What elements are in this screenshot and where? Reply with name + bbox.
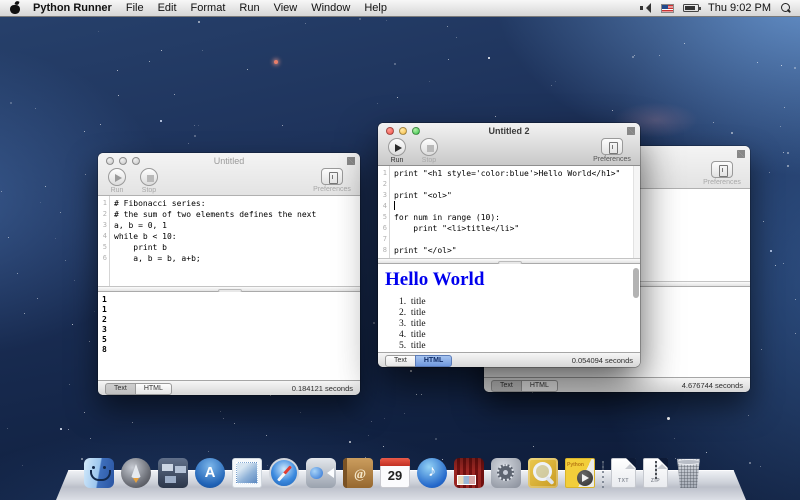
untitled2-code-lines: print "<h1 style='color:blue'>Hello Worl… — [390, 166, 640, 258]
scrollbar[interactable] — [633, 166, 640, 258]
window-title: Untitled — [98, 156, 360, 166]
menu-item-edit[interactable]: Edit — [158, 2, 177, 14]
dock-zip-file-icon[interactable]: ZIP — [643, 458, 668, 488]
dock-system-preferences-icon[interactable] — [491, 458, 521, 488]
preferences-icon — [601, 138, 623, 155]
tab-text[interactable]: Text — [491, 380, 522, 392]
untitled2-code-gutter: 12345678 — [378, 166, 390, 258]
tab-html[interactable]: HTML — [415, 355, 452, 367]
window-title: Untitled 2 — [378, 126, 640, 136]
html-output-heading: Hello World — [378, 264, 640, 291]
preferences-button[interactable]: Preferences — [700, 161, 744, 186]
dock-ical-icon[interactable]: 29 — [380, 458, 410, 488]
window-untitled-2: Untitled 2 Run Stop Preferences 12345 — [378, 123, 640, 367]
menu-item-run[interactable]: Run — [239, 2, 259, 14]
preferences-icon — [321, 168, 343, 185]
preferences-button[interactable]: Preferences — [310, 168, 354, 193]
expand-icon[interactable] — [737, 150, 745, 158]
run-time: 0.184121 seconds — [292, 384, 353, 393]
dock-photo-booth-icon[interactable] — [454, 458, 484, 488]
untitled-output-lines: 112358 — [98, 292, 360, 355]
spotlight-icon[interactable] — [780, 3, 791, 14]
dock-finder-icon[interactable] — [84, 458, 114, 488]
dock: 29 Python TXT ZIP — [0, 448, 800, 500]
run-play-icon — [388, 138, 406, 156]
stop-button[interactable]: Stop — [136, 168, 162, 194]
code-editor[interactable]: 123456 # Fibonacci series:# the sum of t… — [98, 196, 360, 286]
menu-item-format[interactable]: Format — [191, 2, 226, 14]
dock-itunes-icon[interactable] — [417, 458, 447, 488]
untitled-code-gutter: 123456 — [98, 196, 110, 286]
run-button[interactable]: Run — [104, 168, 130, 194]
menu-items: File Edit Format Run View Window Help — [126, 2, 401, 14]
input-language-flag-icon[interactable] — [661, 4, 674, 13]
tab-text[interactable]: Text — [385, 355, 416, 367]
dock-launchpad-icon[interactable] — [121, 458, 151, 488]
status-bar: Text HTML 0.184121 seconds — [98, 380, 360, 395]
dock-python-runner-icon[interactable]: Python — [565, 458, 595, 488]
dock-icons: 29 Python TXT ZIP — [84, 458, 702, 488]
status-bar: Text HTML 0.054094 seconds — [378, 352, 640, 367]
preferences-button[interactable]: Preferences — [590, 138, 634, 163]
untitled-code-lines: # Fibonacci series:# the sum of two elem… — [110, 196, 360, 286]
dock-txt-file-icon[interactable]: TXT — [611, 458, 636, 488]
dock-mail-icon[interactable] — [232, 458, 262, 488]
menu-item-view[interactable]: View — [274, 2, 298, 14]
menu-item-help[interactable]: Help — [364, 2, 387, 14]
dock-preview-icon[interactable] — [528, 458, 558, 488]
desktop: Python Runner File Edit Format Run View Windo… — [0, 0, 800, 500]
tab-text[interactable]: Text — [105, 383, 136, 395]
dock-separator — [602, 461, 604, 488]
menu-item-window[interactable]: Window — [311, 2, 350, 14]
dock-address-book-icon[interactable] — [343, 458, 373, 488]
preferences-icon — [711, 161, 733, 178]
menu-bar: Python Runner File Edit Format Run View Windo… — [0, 0, 800, 17]
html-output-list: 1. title2. title3. title4. title5. title… — [378, 297, 640, 352]
battery-icon[interactable] — [683, 4, 699, 12]
dock-app-store-icon[interactable] — [195, 458, 225, 488]
stop-square-icon — [140, 168, 158, 186]
code-editor[interactable]: 12345678 print "<h1 style='color:blue'>H… — [378, 166, 640, 258]
menu-clock[interactable]: Thu 9:02 PM — [708, 2, 771, 14]
tab-html[interactable]: HTML — [521, 380, 558, 392]
apple-menu-icon[interactable] — [10, 2, 21, 14]
dock-facetime-icon[interactable] — [306, 458, 336, 488]
dock-safari-icon[interactable] — [269, 458, 299, 488]
run-time: 0.054094 seconds — [572, 356, 633, 365]
expand-icon[interactable] — [347, 157, 355, 165]
window-untitled: Untitled Run Stop Preferences 123456 — [98, 153, 360, 395]
stop-square-icon — [420, 138, 438, 156]
dock-mission-control-icon[interactable] — [158, 458, 188, 488]
run-button[interactable]: Run — [384, 138, 410, 164]
run-play-icon — [108, 168, 126, 186]
untitled-titlebar[interactable]: Untitled Run Stop Preferences — [98, 153, 360, 196]
untitled2-titlebar[interactable]: Untitled 2 Run Stop Preferences — [378, 123, 640, 166]
status-bar: Text HTML 4.676744 seconds — [484, 377, 750, 392]
run-time: 4.676744 seconds — [682, 381, 743, 390]
output-pane[interactable]: 112358 — [98, 292, 360, 379]
stop-button[interactable]: Stop — [416, 138, 442, 164]
dock-trash-icon[interactable] — [675, 458, 702, 488]
expand-icon[interactable] — [627, 127, 635, 135]
scrollbar-thumb[interactable] — [633, 268, 639, 298]
menu-item-file[interactable]: File — [126, 2, 144, 14]
volume-icon[interactable] — [640, 3, 652, 13]
tab-html[interactable]: HTML — [135, 383, 172, 395]
app-menu[interactable]: Python Runner — [33, 2, 112, 14]
output-pane[interactable]: Hello World 1. title2. title3. title4. t… — [378, 264, 640, 352]
